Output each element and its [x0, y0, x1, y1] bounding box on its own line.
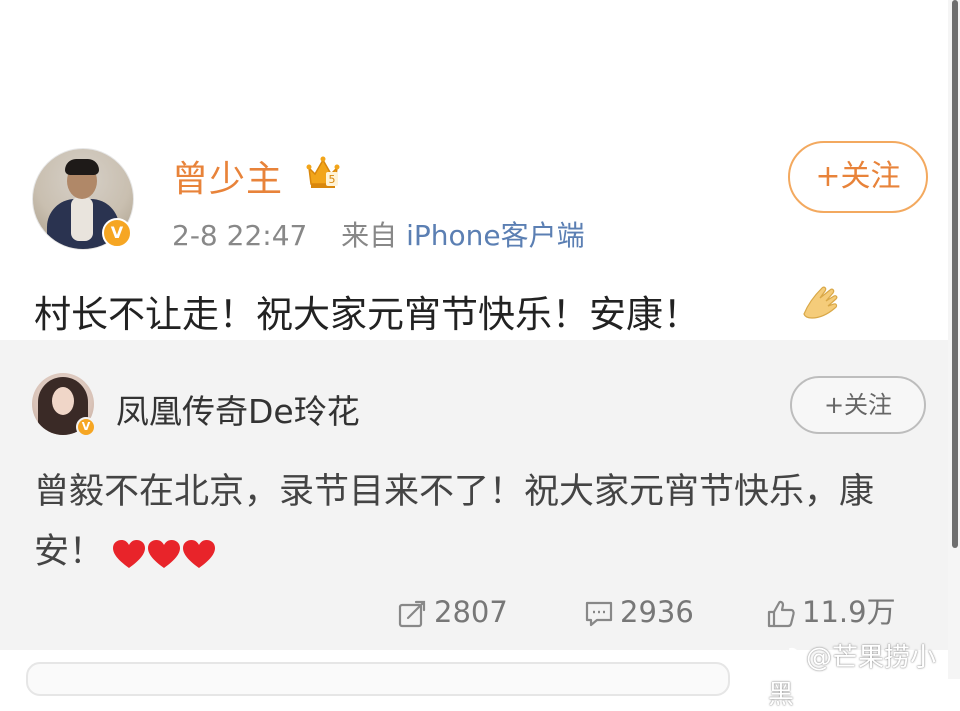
weibo-screenshot: V 曾少主 5 2-8 22:47 来自 iPhone客户端 +关注 村长不让走… — [0, 0, 960, 710]
avatar[interactable]: V — [32, 148, 134, 250]
follow-button[interactable]: +关注 — [788, 141, 928, 213]
clap-hands-icon — [803, 286, 838, 319]
scrollbar[interactable] — [948, 0, 960, 679]
repost-action[interactable]: 2807 — [398, 592, 508, 632]
thumbs-up-icon — [767, 600, 795, 628]
repost-count: 2807 — [434, 595, 508, 629]
post-source-app[interactable]: iPhone客户端 — [406, 219, 585, 252]
like-count: 11.9万 — [802, 595, 896, 629]
weibo-icon — [769, 647, 800, 672]
post-timestamp: 2-8 22:47 — [172, 219, 308, 252]
repost-text: 曾毅不在北京，录节目来不了！祝大家元宵节快乐，康安！ — [34, 462, 894, 583]
crown-badge-icon: 5 — [306, 156, 340, 188]
post-text: 村长不让走！祝大家元宵节快乐！安康！ — [34, 293, 700, 336]
post-meta: 2-8 22:47 来自 iPhone客户端 — [172, 214, 585, 254]
original-post: V 曾少主 5 2-8 22:47 来自 iPhone客户端 +关注 村长不让走… — [0, 0, 948, 340]
scrollbar-thumb[interactable] — [952, 0, 958, 548]
watermark: @芒果捞小黑 — [768, 637, 960, 711]
post-source-prefix: 来自 — [341, 219, 398, 252]
next-item-card — [26, 662, 730, 696]
heart-icon — [113, 540, 146, 568]
repost-icon — [398, 600, 426, 628]
repost-verified-badge-icon: V — [76, 417, 96, 437]
svg-text:5: 5 — [329, 173, 336, 186]
like-action[interactable]: 11.9万 — [766, 592, 896, 632]
repost-follow-button[interactable]: +关注 — [790, 376, 926, 434]
repost-avatar[interactable]: V — [32, 373, 96, 437]
hearts-group — [112, 523, 217, 583]
comment-count: 2936 — [620, 595, 694, 629]
verified-badge-icon: V — [102, 218, 132, 248]
repost-username[interactable]: 凤凰传奇De玲花 — [116, 385, 360, 433]
post-username[interactable]: 曾少主 — [172, 150, 283, 202]
comment-icon — [585, 601, 613, 627]
heart-icon — [183, 540, 216, 568]
comment-action[interactable]: 2936 — [584, 592, 694, 632]
heart-icon — [148, 540, 181, 568]
